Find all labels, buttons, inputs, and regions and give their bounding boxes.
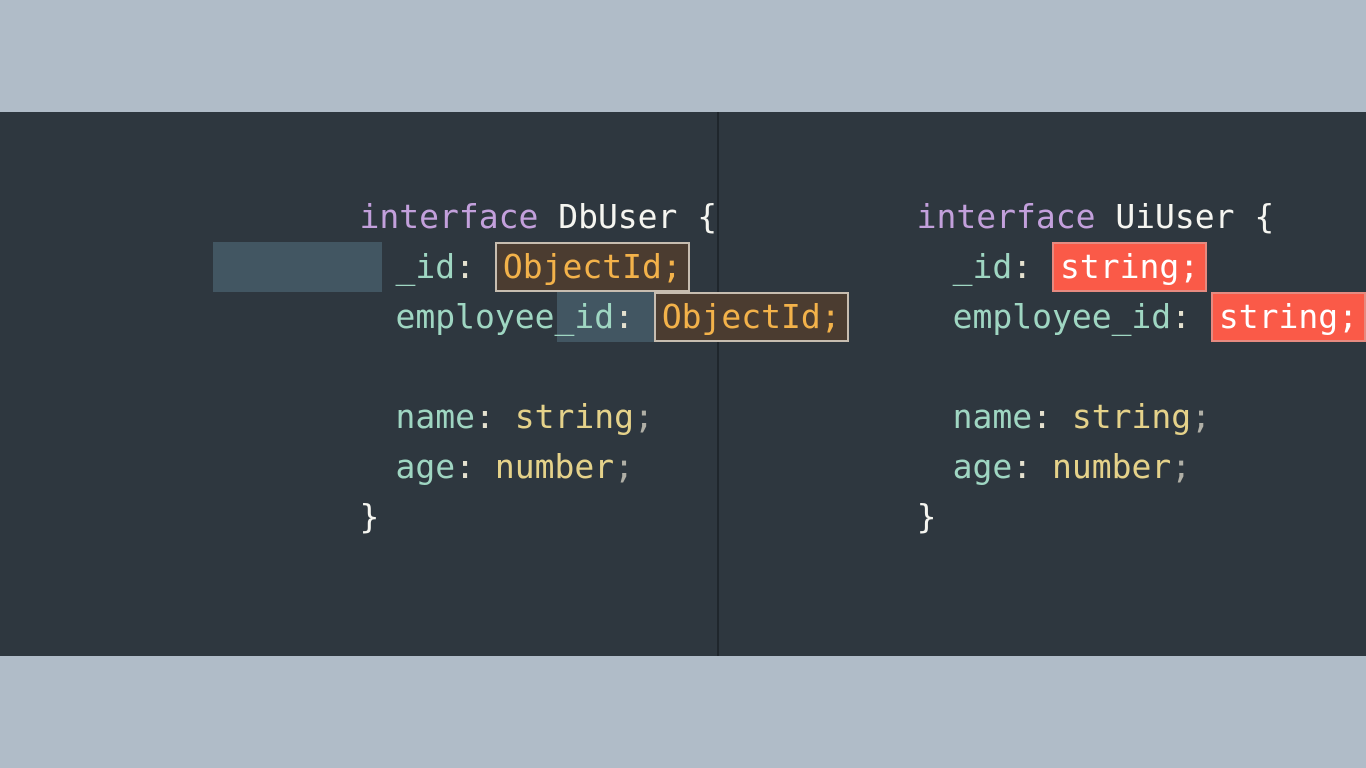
- blank-line: [917, 342, 1366, 392]
- semicolon: ;: [1171, 447, 1191, 486]
- diff-strip-1: [213, 242, 382, 292]
- property-name: employee_id: [953, 297, 1172, 336]
- type-number: number: [495, 447, 614, 486]
- colon: :: [455, 247, 475, 286]
- code-line: interface UiUser {: [917, 192, 1366, 242]
- right-code-pane: interface UiUser { _id: string; employee…: [849, 112, 1366, 656]
- property-name: name: [396, 397, 475, 436]
- type-highlight-string: string;: [1052, 242, 1207, 292]
- code-line: name: string;: [360, 392, 849, 442]
- blank-line: [360, 342, 849, 392]
- property-name: age: [396, 447, 456, 486]
- code-line: _id: string;: [917, 242, 1366, 292]
- code-line: name: string;: [917, 392, 1366, 442]
- code-line: interface DbUser {: [360, 192, 849, 242]
- colon: :: [1012, 447, 1032, 486]
- brace-close: }: [360, 497, 380, 536]
- code-line: age: number;: [360, 442, 849, 492]
- property-name: employee_id: [396, 297, 615, 336]
- type-name: UiUser: [1115, 197, 1234, 236]
- keyword-interface: interface: [917, 197, 1096, 236]
- code-line: employee_id: ObjectId;: [360, 292, 849, 342]
- property-name: _id: [396, 247, 456, 286]
- type-number: number: [1052, 447, 1171, 486]
- colon: :: [614, 297, 634, 336]
- brace-close: }: [917, 497, 937, 536]
- type-highlight-string: string;: [1211, 292, 1366, 342]
- brace-open: {: [697, 197, 717, 236]
- property-name: age: [953, 447, 1013, 486]
- type-highlight-objectid: ObjectId;: [495, 242, 690, 292]
- colon: :: [1012, 247, 1032, 286]
- code-line: employee_id: string;: [917, 292, 1366, 342]
- semicolon: ;: [634, 397, 654, 436]
- type-highlight-objectid: ObjectId;: [654, 292, 849, 342]
- semicolon: ;: [614, 447, 634, 486]
- colon: :: [475, 397, 495, 436]
- property-name: _id: [953, 247, 1013, 286]
- keyword-interface: interface: [360, 197, 539, 236]
- type-string: string: [1072, 397, 1191, 436]
- code-line: age: number;: [917, 442, 1366, 492]
- property-name: name: [953, 397, 1032, 436]
- code-line: }: [360, 492, 849, 542]
- colon: :: [1171, 297, 1191, 336]
- code-line: }: [917, 492, 1366, 542]
- semicolon: ;: [1191, 397, 1211, 436]
- colon: :: [455, 447, 475, 486]
- type-string: string: [515, 397, 634, 436]
- type-name: DbUser: [558, 197, 677, 236]
- code-line: _id: ObjectId;: [360, 242, 849, 292]
- left-code-pane: interface DbUser { _id: ObjectId; employ…: [312, 112, 849, 656]
- code-comparison-stage: interface DbUser { _id: ObjectId; employ…: [0, 112, 1366, 656]
- colon: :: [1032, 397, 1052, 436]
- brace-open: {: [1254, 197, 1274, 236]
